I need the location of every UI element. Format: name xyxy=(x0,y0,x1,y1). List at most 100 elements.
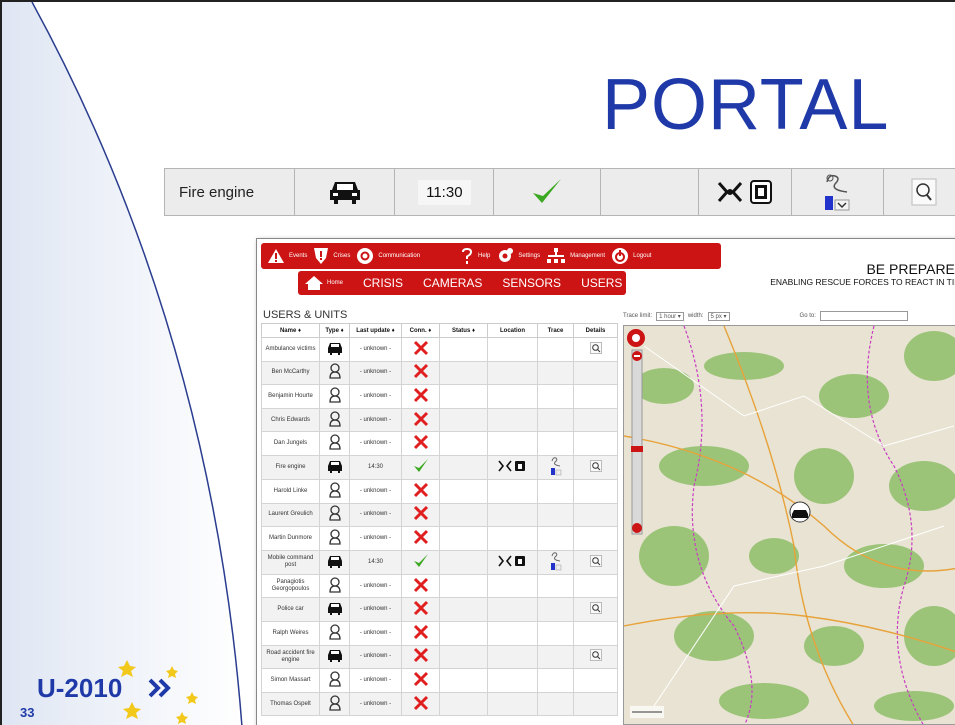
trace-icon[interactable] xyxy=(537,549,574,575)
row-last-update: - unknown - xyxy=(349,597,402,622)
row-status xyxy=(439,337,488,362)
row-details xyxy=(573,360,618,386)
nav-management[interactable]: Management xyxy=(546,247,605,265)
nav-communication[interactable]: Communication xyxy=(356,247,420,265)
col-name[interactable]: Name ♦ xyxy=(261,323,320,338)
magnifier-icon[interactable] xyxy=(573,597,618,622)
row-details xyxy=(573,502,618,528)
row-last-update: - unknown - xyxy=(349,407,402,433)
row-trace xyxy=(537,478,574,504)
top-navigation: Events Crises Communication Help Setting… xyxy=(261,243,721,269)
col-trace: Trace xyxy=(537,323,574,338)
row-status xyxy=(439,526,488,551)
table-row[interactable]: Ambulance victims - unknown - xyxy=(261,337,618,362)
table-row[interactable]: Martin Dunmore - unknown - xyxy=(261,526,618,551)
magnifier-icon[interactable] xyxy=(573,644,618,670)
width-value: 5 px xyxy=(710,313,722,320)
row-name: Benjamin Hourte xyxy=(261,384,320,409)
nav-label: Help xyxy=(478,253,491,259)
table-row[interactable]: Fire engine 14:30 xyxy=(261,454,618,480)
table-row[interactable]: Simon Massart - unknown - xyxy=(261,668,618,693)
row-location xyxy=(487,526,538,551)
decorative-arc xyxy=(2,2,243,725)
col-type[interactable]: Type ♦ xyxy=(319,323,350,338)
crosshair-icon[interactable] xyxy=(717,179,743,205)
table-row[interactable]: Road accident fire engine - unknown - xyxy=(261,644,618,670)
question-icon xyxy=(462,248,473,264)
u2010-logo: U-2010 xyxy=(37,660,198,724)
magnifier-icon[interactable] xyxy=(573,549,618,575)
row-location xyxy=(487,668,538,693)
cross-icon xyxy=(401,597,440,622)
magnifier-icon[interactable] xyxy=(573,337,618,362)
cross-icon xyxy=(401,526,440,551)
row-status xyxy=(439,384,488,409)
table-row[interactable]: Thomas Ospelt - unknown - xyxy=(261,691,618,717)
trace-limit-select[interactable]: 1 hour ▾ xyxy=(656,311,684,321)
table-row[interactable]: Police car - unknown - xyxy=(261,597,618,622)
person-icon xyxy=(319,407,350,433)
nav-help[interactable]: Help xyxy=(460,247,490,265)
col-conn[interactable]: Conn. ♦ xyxy=(401,323,440,338)
row-name: Panagiotis Georgopoulos xyxy=(261,573,320,599)
row-status xyxy=(601,169,699,215)
table-row[interactable]: Harold Linke - unknown - xyxy=(261,478,618,504)
row-status xyxy=(439,478,488,504)
nav-settings[interactable]: Settings xyxy=(496,247,540,265)
map-car-marker[interactable] xyxy=(789,501,811,523)
person-icon xyxy=(319,478,350,504)
trace-icon[interactable] xyxy=(792,169,885,215)
row-trace xyxy=(537,597,574,622)
nav-events[interactable]: Events xyxy=(267,248,307,264)
tab-crisis[interactable]: CRISIS xyxy=(363,276,403,290)
table-header: Name ♦ Type ♦ Last update ♦ Conn. ♦ Stat… xyxy=(261,323,618,338)
location-icons[interactable] xyxy=(487,549,538,575)
tab-users[interactable]: USERS xyxy=(581,276,622,290)
row-last-update: 14:30 xyxy=(349,549,402,575)
gear-icon xyxy=(499,248,514,262)
table-row[interactable]: Laurent Greulich - unknown - xyxy=(261,502,618,528)
row-location xyxy=(487,620,538,646)
table-row[interactable]: Ralph Weires - unknown - xyxy=(261,620,618,646)
row-trace xyxy=(537,407,574,433)
table-row[interactable]: Mobile command post 14:30 xyxy=(261,549,618,575)
row-last-update: - unknown - xyxy=(349,431,402,456)
location-icons[interactable] xyxy=(487,454,538,480)
col-update[interactable]: Last update ♦ xyxy=(349,323,402,338)
magnifier-icon[interactable] xyxy=(573,454,618,480)
gps-device-icon[interactable] xyxy=(749,179,773,205)
width-label: width: xyxy=(687,313,704,319)
table-row[interactable]: Panagiotis Georgopoulos - unknown - xyxy=(261,573,618,599)
row-name: Harold Linke xyxy=(261,478,320,504)
table-row[interactable]: Dan Jungels - unknown - xyxy=(261,431,618,456)
cross-icon xyxy=(401,337,440,362)
tab-sensors[interactable]: SENSORS xyxy=(502,276,561,290)
trace-icon[interactable] xyxy=(537,454,574,480)
row-name: Simon Massart xyxy=(261,668,320,693)
nav-crises[interactable]: Crises xyxy=(313,247,350,265)
person-icon xyxy=(319,691,350,717)
magnifier-icon[interactable] xyxy=(884,169,955,215)
tab-cameras[interactable]: CAMERAS xyxy=(423,276,482,290)
row-location xyxy=(487,573,538,599)
table-row[interactable]: Chris Edwards - unknown - xyxy=(261,407,618,433)
row-name: Laurent Greulich xyxy=(261,502,320,528)
goto-input[interactable] xyxy=(819,311,908,321)
slide: PORTAL Fire engine 11:30 Events Crises C… xyxy=(0,0,955,725)
col-status[interactable]: Status ♦ xyxy=(439,323,488,338)
row-details xyxy=(573,668,618,693)
row-status xyxy=(439,454,488,480)
cross-icon xyxy=(401,691,440,717)
table-row[interactable]: Ben McCarthy - unknown - xyxy=(261,360,618,386)
person-icon xyxy=(319,526,350,551)
col-location: Location xyxy=(487,323,538,338)
nav-home[interactable]: Home xyxy=(304,275,343,291)
row-status xyxy=(439,644,488,670)
row-last-update: - unknown - xyxy=(349,337,402,362)
table-row[interactable]: Benjamin Hourte - unknown - xyxy=(261,384,618,409)
person-icon xyxy=(319,668,350,693)
portal-screenshot: Events Crises Communication Help Setting… xyxy=(256,238,955,725)
width-select[interactable]: 5 px ▾ xyxy=(707,311,730,321)
map-view[interactable] xyxy=(623,325,955,725)
nav-logout[interactable]: Logout xyxy=(611,247,651,265)
